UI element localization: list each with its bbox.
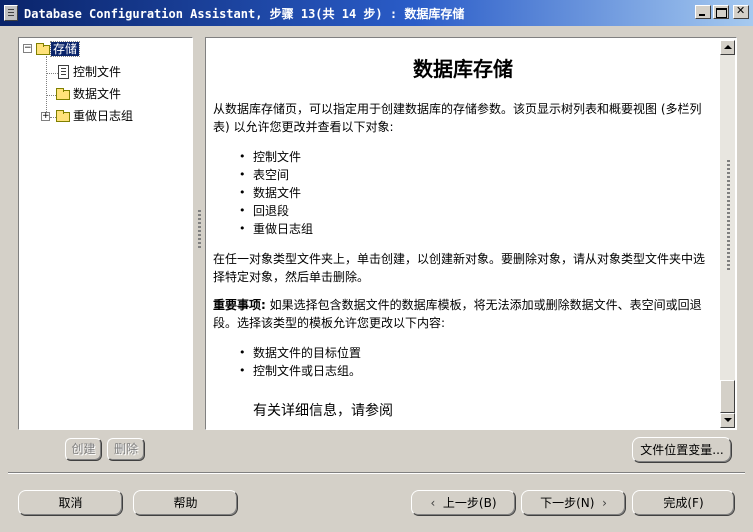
tree-item-redo-log-groups[interactable]: 重做日志组: [71, 107, 135, 125]
help-content-panel: 数据库存储 从数据库存储页，可以指定用于创建数据库的存储参数。该页显示树列表和概…: [205, 37, 737, 430]
cancel-button[interactable]: 取消: [18, 490, 123, 516]
expand-icon[interactable]: +: [41, 112, 50, 121]
document-icon: [58, 65, 69, 79]
folder-icon: [36, 43, 50, 55]
file-location-variables-button[interactable]: 文件位置变量...: [632, 437, 732, 463]
tree-item-label: 重做日志组: [73, 109, 134, 123]
list-item: 控制文件或日志组。: [239, 362, 361, 380]
tree-item-data-files[interactable]: 数据文件: [71, 85, 123, 103]
maximize-icon: [716, 8, 727, 18]
storage-tree[interactable]: − 存储 控制文件 数据文件 + 重做日志组: [18, 37, 193, 430]
splitter-grip[interactable]: [727, 160, 730, 270]
next-label: 下一步(N): [540, 496, 595, 510]
finish-button[interactable]: 完成(F): [632, 490, 735, 516]
list-item: 重做日志组: [239, 220, 313, 238]
chevron-left-icon: ‹: [430, 496, 436, 510]
list-item: 数据文件的目标位置: [239, 344, 361, 362]
back-button[interactable]: ‹ 上一步(B): [411, 490, 516, 516]
tree-item-control-files[interactable]: 控制文件: [71, 63, 123, 81]
list-item: 数据文件: [239, 184, 313, 202]
tree-connector: [46, 56, 47, 118]
minimize-button[interactable]: [695, 5, 711, 19]
more-info-text: 有关详细信息，请参阅: [253, 403, 393, 419]
scroll-thumb[interactable]: [720, 380, 735, 413]
scroll-up-icon[interactable]: [720, 40, 735, 55]
title-bar: Database Configuration Assistant, 步骤 13(…: [0, 0, 753, 26]
tree-connector: [46, 73, 58, 74]
window-title: Database Configuration Assistant, 步骤 13(…: [24, 7, 465, 21]
intro-paragraph: 从数据库存储页，可以指定用于创建数据库的存储参数。该页显示树列表和概要视图 (多…: [213, 102, 702, 134]
important-paragraph: 重要事项: 如果选择包含数据文件的数据库模板，将无法添加或删除数据文件、表空间或…: [213, 296, 713, 332]
list-item: 控制文件: [239, 148, 313, 166]
minimize-icon: [699, 14, 705, 16]
list-item: 表空间: [239, 166, 313, 184]
changeable-list: 数据文件的目标位置 控制文件或日志组。: [239, 344, 361, 380]
splitter-grip[interactable]: [198, 210, 201, 250]
separator: [8, 472, 745, 474]
folder-icon: [56, 110, 70, 122]
maximize-button[interactable]: [713, 5, 729, 19]
delete-button[interactable]: 删除: [107, 438, 145, 461]
scroll-down-icon[interactable]: [720, 413, 735, 428]
object-list: 控制文件 表空间 数据文件 回退段 重做日志组: [239, 148, 313, 238]
next-button[interactable]: 下一步(N) ›: [521, 490, 626, 516]
app-icon: [4, 5, 18, 21]
list-item: 回退段: [239, 202, 313, 220]
create-button[interactable]: 创建: [65, 438, 102, 461]
collapse-icon[interactable]: −: [23, 44, 32, 53]
close-button[interactable]: ✕: [733, 5, 749, 19]
tree-item-storage[interactable]: 存储: [49, 40, 81, 58]
important-label: 重要事项:: [213, 298, 266, 312]
important-text: 如果选择包含数据文件的数据库模板，将无法添加或删除数据文件、表空间或回退段。选择…: [213, 298, 702, 330]
folder-icon: [56, 88, 70, 100]
chevron-right-icon: ›: [602, 496, 607, 510]
help-button[interactable]: 帮助: [133, 490, 238, 516]
tree-item-label: 数据文件: [73, 87, 122, 101]
create-delete-paragraph: 在任一对象类型文件夹上，单击创建，以创建新对象。要删除对象，请从对象类型文件夹中…: [213, 252, 706, 284]
back-label: 上一步(B): [442, 496, 497, 510]
close-icon: ✕: [736, 4, 746, 17]
content-title: 数据库存储: [413, 57, 513, 81]
tree-item-label: 存储: [49, 41, 81, 57]
tree-item-label: 控制文件: [73, 65, 122, 79]
